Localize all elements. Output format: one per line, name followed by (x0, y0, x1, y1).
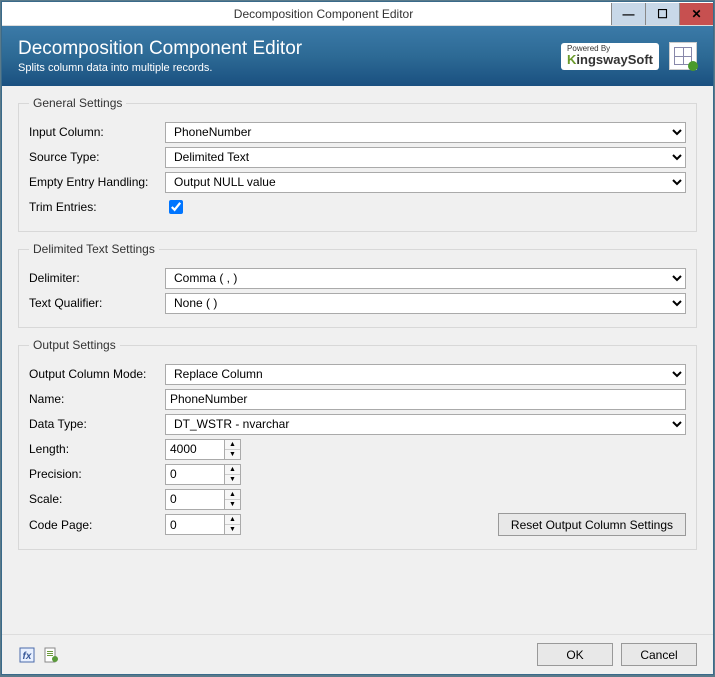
text-qualifier-select[interactable]: None ( ) (165, 293, 686, 314)
spinner-down-icon[interactable]: ▼ (225, 500, 240, 509)
spinner-down-icon[interactable]: ▼ (225, 450, 240, 459)
precision-input[interactable] (165, 464, 225, 485)
spinner-up-icon[interactable]: ▲ (225, 465, 240, 475)
ok-button[interactable]: OK (537, 643, 613, 666)
datatype-label: Data Type: (29, 417, 165, 431)
window: Decomposition Component Editor — ☐ ✕ Dec… (1, 1, 714, 675)
spinner-up-icon[interactable]: ▲ (225, 490, 240, 500)
close-button[interactable]: ✕ (679, 3, 713, 25)
source-type-label: Source Type: (29, 150, 165, 164)
spinner-down-icon[interactable]: ▼ (225, 525, 240, 534)
precision-spinner[interactable]: ▲▼ (225, 464, 241, 485)
documentation-icon[interactable] (42, 646, 60, 664)
editor-body: General Settings Input Column: PhoneNumb… (2, 86, 713, 634)
maximize-button[interactable]: ☐ (645, 3, 679, 25)
reset-output-button[interactable]: Reset Output Column Settings (498, 513, 686, 536)
scale-spinner[interactable]: ▲▼ (225, 489, 241, 510)
cancel-button[interactable]: Cancel (621, 643, 697, 666)
precision-label: Precision: (29, 467, 165, 481)
minimize-button[interactable]: — (611, 3, 645, 25)
input-column-label: Input Column: (29, 125, 165, 139)
trim-entries-checkbox[interactable] (169, 200, 183, 214)
length-input[interactable] (165, 439, 225, 460)
text-qualifier-label: Text Qualifier: (29, 296, 165, 310)
codepage-spinner[interactable]: ▲▼ (225, 514, 241, 535)
scale-input[interactable] (165, 489, 225, 510)
source-type-select[interactable]: Delimited Text (165, 147, 686, 168)
name-label: Name: (29, 392, 165, 406)
length-spinner[interactable]: ▲▼ (225, 439, 241, 460)
footer: fx OK Cancel (2, 634, 713, 674)
spinner-down-icon[interactable]: ▼ (225, 475, 240, 484)
header-title: Decomposition Component Editor (18, 38, 302, 60)
spinner-up-icon[interactable]: ▲ (225, 515, 240, 525)
spinner-up-icon[interactable]: ▲ (225, 440, 240, 450)
kingswaysoft-logo: Powered By KingswaySoft (561, 43, 659, 70)
general-legend: General Settings (29, 96, 126, 110)
codepage-input[interactable] (165, 514, 225, 535)
general-settings-group: General Settings Input Column: PhoneNumb… (18, 96, 697, 232)
header-banner: Decomposition Component Editor Splits co… (2, 26, 713, 86)
expression-icon[interactable]: fx (18, 646, 36, 664)
datatype-select[interactable]: DT_WSTR - nvarchar (165, 414, 686, 435)
svg-text:fx: fx (23, 651, 32, 662)
delimited-legend: Delimited Text Settings (29, 242, 159, 256)
component-icon (669, 42, 697, 70)
header-subtitle: Splits column data into multiple records… (18, 62, 302, 74)
scale-label: Scale: (29, 492, 165, 506)
output-settings-group: Output Settings Output Column Mode: Repl… (18, 338, 697, 550)
input-column-select[interactable]: PhoneNumber (165, 122, 686, 143)
titlebar: Decomposition Component Editor — ☐ ✕ (2, 2, 713, 26)
delimiter-label: Delimiter: (29, 271, 165, 285)
output-legend: Output Settings (29, 338, 120, 352)
empty-entry-select[interactable]: Output NULL value (165, 172, 686, 193)
trim-entries-label: Trim Entries: (29, 200, 165, 214)
output-mode-select[interactable]: Replace Column (165, 364, 686, 385)
delimiter-select[interactable]: Comma ( , ) (165, 268, 686, 289)
window-title: Decomposition Component Editor (36, 7, 611, 21)
delimited-text-group: Delimited Text Settings Delimiter: Comma… (18, 242, 697, 328)
length-label: Length: (29, 442, 165, 456)
output-mode-label: Output Column Mode: (29, 367, 165, 381)
name-input[interactable] (165, 389, 686, 410)
empty-entry-label: Empty Entry Handling: (29, 175, 165, 189)
codepage-label: Code Page: (29, 518, 165, 532)
